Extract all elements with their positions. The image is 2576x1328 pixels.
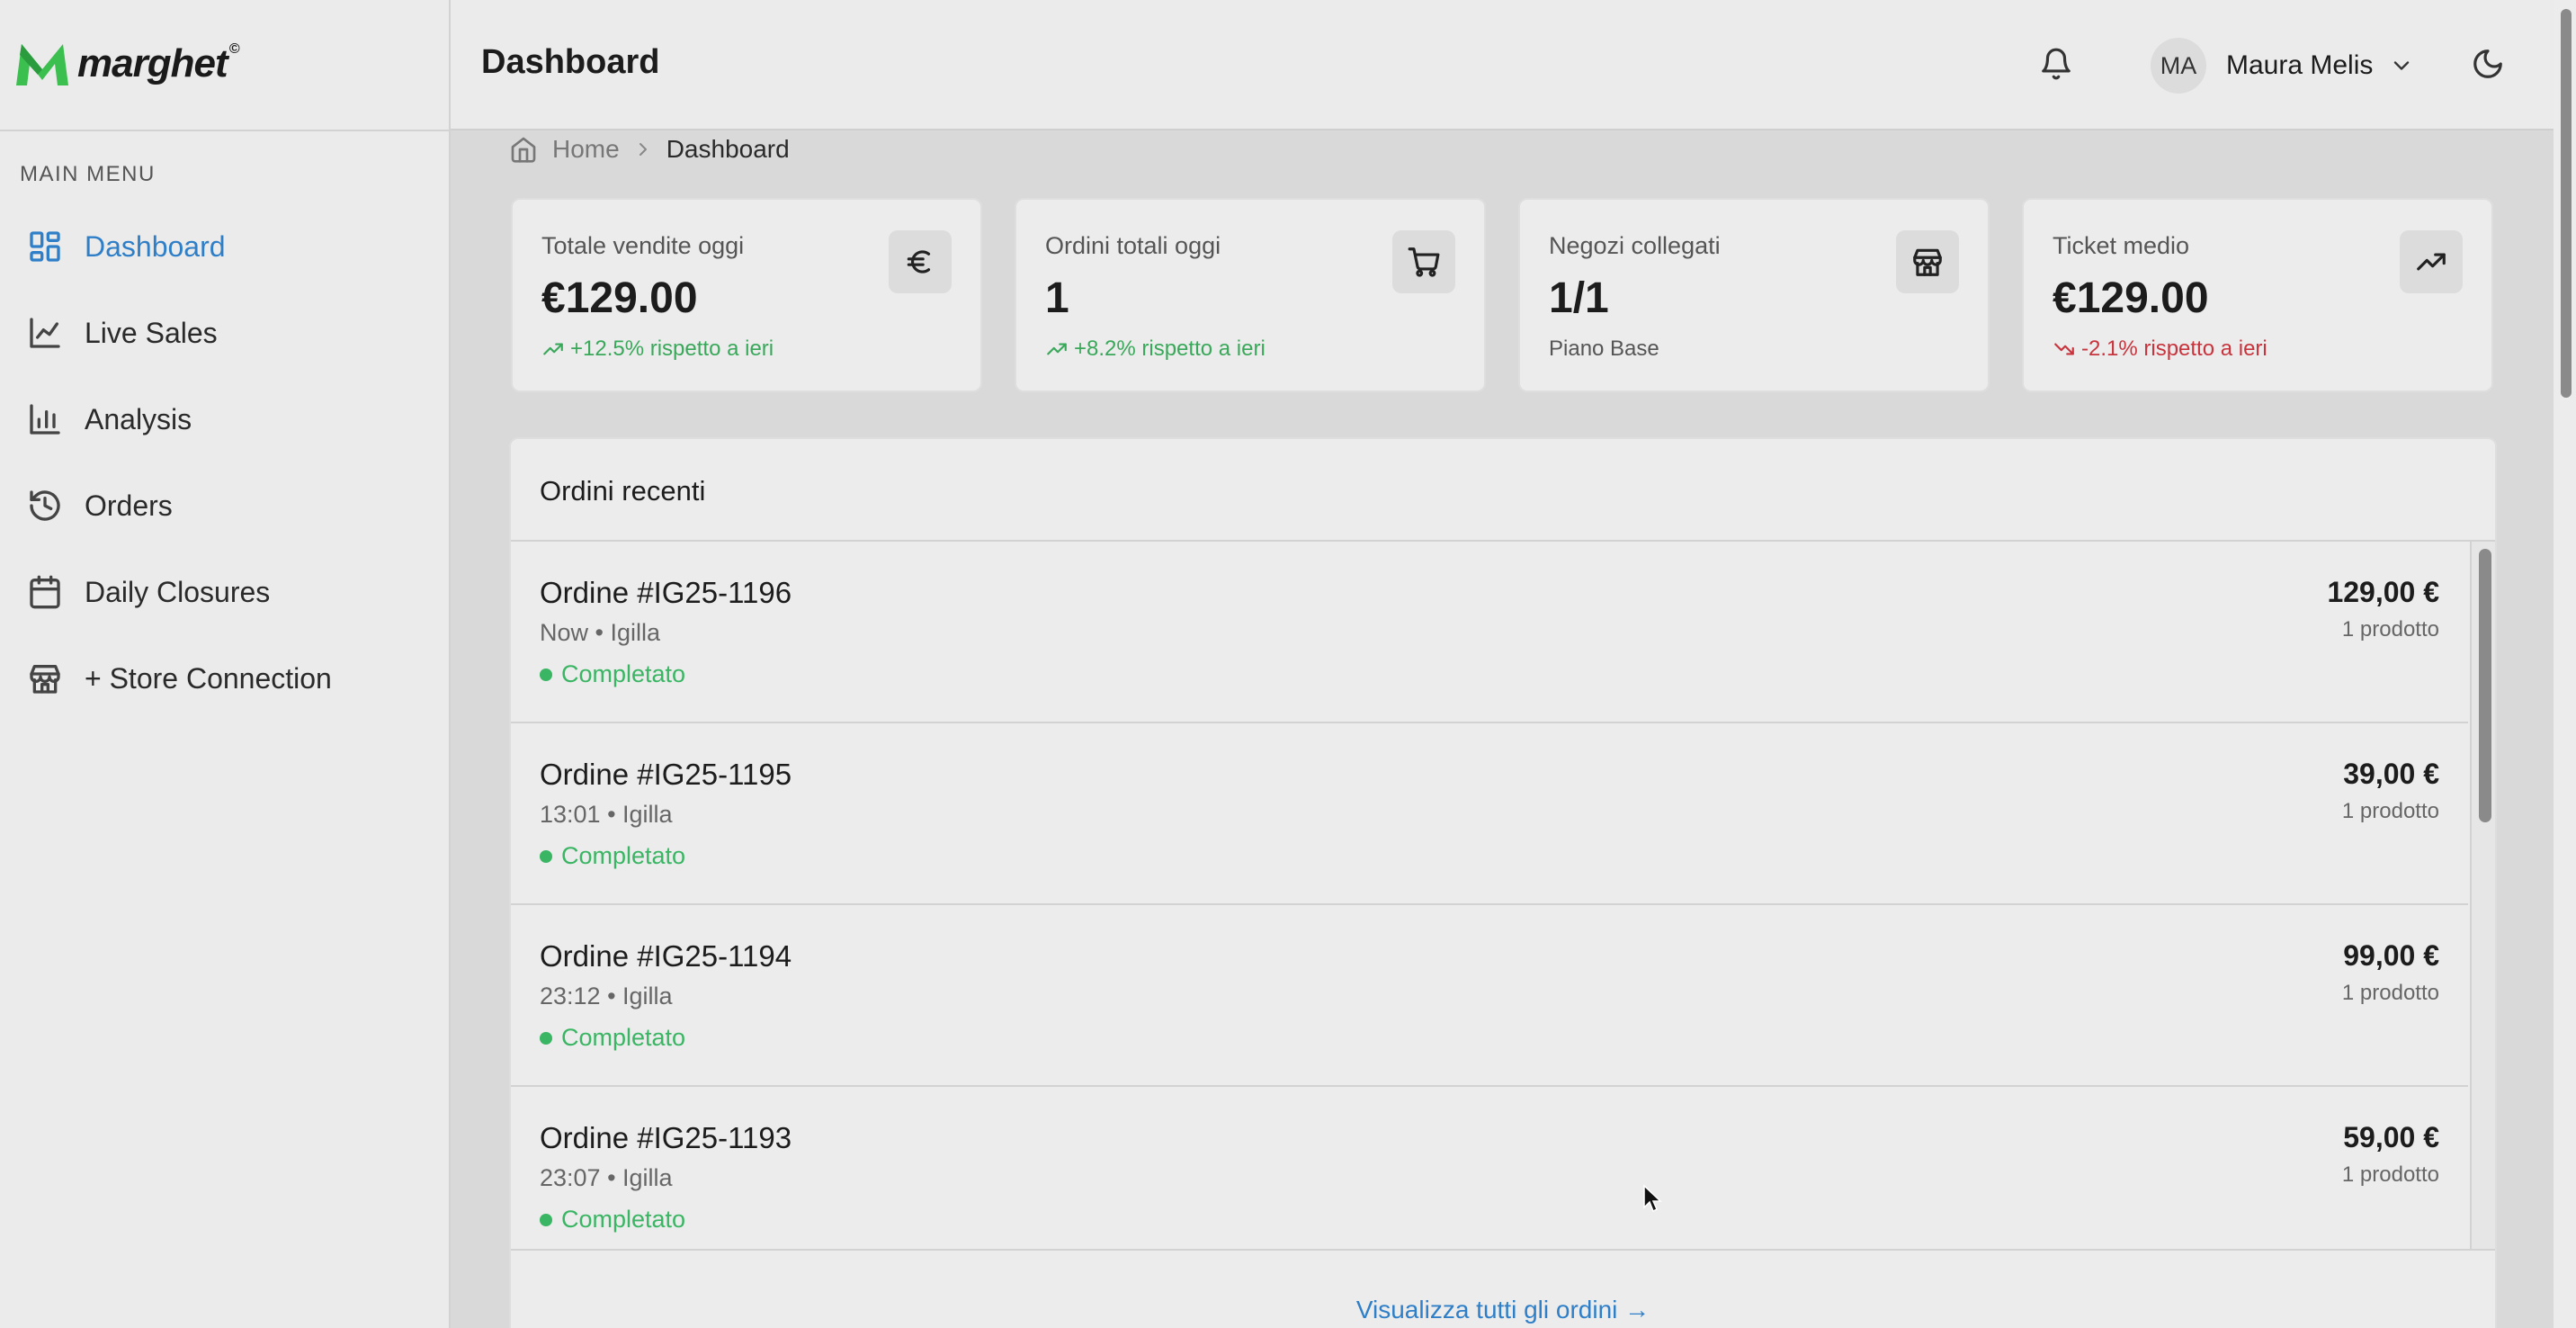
- stat-value: €129.00: [2053, 274, 2209, 322]
- list-item[interactable]: Ordine #IG25-1194 23:12 • Igilla Complet…: [511, 905, 2468, 1087]
- stat-card-connected-stores: Negozi collegati 1/1 Piano Base: [1518, 198, 1990, 392]
- sidebar-item-dashboard[interactable]: Dashboard: [0, 203, 449, 290]
- store-icon: [30, 665, 60, 694]
- mouse-cursor-icon: [1643, 1184, 1662, 1213]
- sidebar-item-analysis[interactable]: Analysis: [0, 376, 449, 462]
- panel-title: Ordini recenti: [540, 475, 706, 507]
- order-meta: 23:12 • Igilla: [540, 983, 673, 1009]
- list-item[interactable]: Ordine #IG25-1196 Now • Igilla Completat…: [511, 542, 2468, 723]
- breadcrumb: Home Dashboard: [509, 131, 790, 167]
- user-name: Maura Melis: [2226, 50, 2374, 80]
- status-dot-icon: [540, 1031, 552, 1045]
- chevron-right-icon: [639, 143, 647, 156]
- recent-orders-panel: Ordini recenti Ordine #IG25-1196 Now • I…: [509, 437, 2497, 1328]
- bell-icon[interactable]: [2039, 47, 2073, 81]
- sidebar-item-label: Daily Closures: [85, 575, 271, 608]
- divider: [511, 1249, 2495, 1251]
- order-product-count: 1 prodotto: [2341, 799, 2439, 823]
- stat-trend: +8.2% rispetto a ieri: [1045, 336, 1266, 362]
- order-product-count: 1 prodotto: [2341, 981, 2439, 1005]
- orders-scrollbar[interactable]: [2470, 542, 2495, 1249]
- stat-note: Piano Base: [1549, 336, 1659, 361]
- trending-down-icon: [2054, 343, 2074, 355]
- list-item[interactable]: Ordine #IG25-1193 23:07 • Igilla Complet…: [511, 1087, 2468, 1249]
- status-dot-icon: [540, 1213, 552, 1226]
- stat-card-total-orders: Ordini totali oggi 1 +8.2% rispetto a ie…: [1015, 198, 1486, 392]
- stat-title: Ordini totali oggi: [1045, 232, 1221, 259]
- order-price: 39,00 €: [2343, 758, 2439, 790]
- order-product-count: 1 prodotto: [2341, 617, 2439, 642]
- logo-text: marghet ©: [77, 41, 239, 85]
- moon-icon[interactable]: [2471, 47, 2505, 81]
- avatar: MA: [2151, 38, 2206, 94]
- orders-list: Ordine #IG25-1196 Now • Igilla Completat…: [511, 542, 2468, 1249]
- sidebar-item-live-sales[interactable]: Live Sales: [0, 290, 449, 376]
- status-badge: Completato: [540, 660, 685, 688]
- main-menu-title: MAIN MENU: [20, 162, 156, 186]
- order-price: 59,00 €: [2343, 1121, 2439, 1153]
- order-title: Ordine #IG25-1196: [540, 576, 792, 609]
- stat-trend: +12.5% rispetto a ieri: [541, 336, 774, 362]
- calendar-icon: [30, 575, 60, 609]
- stat-title: Totale vendite oggi: [541, 232, 745, 259]
- order-title: Ordine #IG25-1193: [540, 1121, 792, 1154]
- cart-icon: [1392, 230, 1455, 293]
- sidebar: marghet © MAIN MENU Dashboard Live Sales …: [0, 0, 451, 1328]
- line-chart-icon: [30, 318, 60, 348]
- sidebar-item-label: Dashboard: [85, 229, 226, 263]
- marghet-logo-icon: [16, 44, 68, 85]
- page-scrollbar-thumb[interactable]: [2561, 9, 2572, 398]
- sidebar-item-orders[interactable]: Orders: [0, 462, 449, 549]
- sidebar-item-label: Orders: [85, 489, 173, 522]
- brand-logo[interactable]: marghet ©: [13, 32, 239, 95]
- sidebar-nav: Dashboard Live Sales Analysis Orders Dai…: [0, 203, 449, 722]
- sidebar-item-store-connection[interactable]: + Store Connection: [0, 635, 449, 722]
- sidebar-item-label: + Store Connection: [85, 661, 332, 695]
- view-all-orders-link[interactable]: Visualizza tutti gli ordini →: [511, 1296, 2495, 1324]
- trending-up-icon: [543, 343, 563, 355]
- sidebar-divider: [0, 130, 449, 131]
- euro-icon: [889, 230, 952, 293]
- status-dot-icon: [540, 849, 552, 863]
- status-badge: Completato: [540, 1206, 685, 1234]
- top-header: Dashboard MA Maura Melis: [451, 0, 2554, 130]
- history-icon: [30, 490, 60, 521]
- status-dot-icon: [540, 668, 552, 681]
- sidebar-item-label: Live Sales: [85, 316, 218, 349]
- order-title: Ordine #IG25-1195: [540, 758, 792, 791]
- stat-value: €129.00: [541, 274, 698, 322]
- grid-icon: [30, 231, 60, 262]
- status-badge: Completato: [540, 842, 685, 870]
- stat-title: Negozi collegati: [1549, 232, 1721, 259]
- stat-trend: -2.1% rispetto a ieri: [2053, 336, 2267, 362]
- home-icon[interactable]: [509, 135, 538, 164]
- list-item[interactable]: Ordine #IG25-1195 13:01 • Igilla Complet…: [511, 723, 2468, 905]
- order-price: 129,00 €: [2327, 576, 2439, 608]
- order-title: Ordine #IG25-1194: [540, 939, 792, 973]
- orders-scrollbar-thumb[interactable]: [2479, 549, 2491, 822]
- chevron-down-icon: [2394, 61, 2410, 70]
- order-meta: 23:07 • Igilla: [540, 1164, 673, 1191]
- order-price: 99,00 €: [2343, 939, 2439, 972]
- trending-up-icon: [1047, 343, 1067, 355]
- stat-value: 1: [1045, 274, 1069, 322]
- status-badge: Completato: [540, 1024, 685, 1052]
- stat-title: Ticket medio: [2053, 232, 2190, 259]
- trending-up-icon: [2400, 230, 2463, 293]
- order-meta: Now • Igilla: [540, 619, 660, 646]
- stat-card-average-ticket: Ticket medio €129.00 -2.1% rispetto a ie…: [2022, 198, 2493, 392]
- order-product-count: 1 prodotto: [2341, 1162, 2439, 1187]
- sidebar-item-daily-closures[interactable]: Daily Closures: [0, 549, 449, 635]
- stat-card-total-sales: Totale vendite oggi €129.00 +12.5% rispe…: [511, 198, 982, 392]
- sidebar-item-label: Analysis: [85, 402, 192, 435]
- bar-chart-icon: [30, 404, 60, 435]
- page-title: Dashboard: [481, 43, 660, 81]
- order-meta: 13:01 • Igilla: [540, 801, 673, 828]
- store-icon: [1896, 230, 1959, 293]
- user-menu-button[interactable]: MA Maura Melis: [2151, 38, 2414, 94]
- breadcrumb-home-link[interactable]: Home: [552, 135, 620, 164]
- stat-value: 1/1: [1549, 274, 1609, 322]
- breadcrumb-current: Dashboard: [666, 135, 790, 163]
